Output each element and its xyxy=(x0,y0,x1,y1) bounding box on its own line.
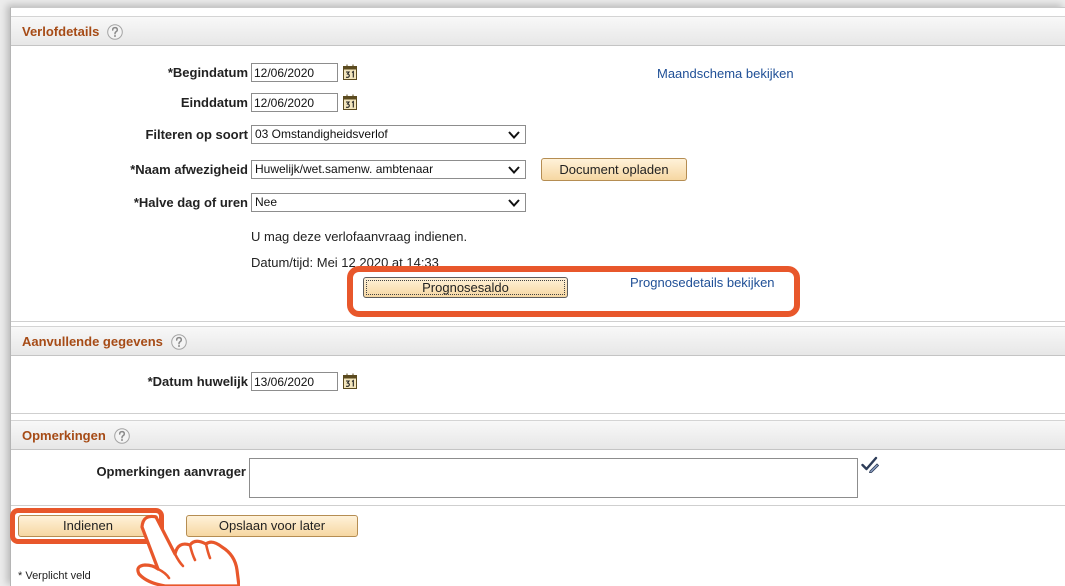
chevron-down-icon[interactable] xyxy=(508,166,520,174)
section-header-content: Verlofdetails xyxy=(22,23,124,40)
calendar-icon[interactable] xyxy=(343,373,357,389)
section-header-opmerkingen: Opmerkingen xyxy=(11,420,1065,450)
section-header-content: Aanvullende gegevens xyxy=(22,333,187,350)
section-header-aanvullende-gegevens: Aanvullende gegevens xyxy=(11,326,1065,356)
divider xyxy=(11,321,1065,322)
einddatum-input[interactable] xyxy=(251,93,338,112)
spellcheck-icon[interactable] xyxy=(861,456,880,474)
chevron-down-icon[interactable] xyxy=(508,131,520,139)
section-header-verlofdetails: Verlofdetails xyxy=(11,16,1065,46)
prognosedetails-link[interactable]: Prognosedetails bekijken xyxy=(630,273,775,292)
calendar-icon[interactable] xyxy=(343,64,357,80)
begindatum-input[interactable] xyxy=(251,63,338,82)
required-field-note: * Verplicht veld xyxy=(18,570,91,582)
help-icon[interactable] xyxy=(107,23,124,40)
calendar-icon[interactable] xyxy=(343,94,357,110)
indienen-button[interactable]: Indienen xyxy=(18,515,158,537)
halve-dag-of-uren-select[interactable]: Nee xyxy=(251,193,526,212)
chevron-down-icon[interactable] xyxy=(508,199,520,207)
select-value: Huwelijk/wet.samenw. ambtenaar xyxy=(255,162,434,176)
opslaan-voor-later-button[interactable]: Opslaan voor later xyxy=(186,515,358,537)
help-icon[interactable] xyxy=(171,333,187,350)
divider xyxy=(11,505,1065,506)
naam-afwezigheid-label: *Naam afwezigheid xyxy=(130,162,248,177)
opmerkingen-aanvrager-label: Opmerkingen aanvrager xyxy=(96,464,246,479)
opmerkingen-aanvrager-field[interactable] xyxy=(249,458,858,498)
halve-dag-of-uren-label: *Halve dag of uren xyxy=(133,195,248,210)
maandschema-link[interactable]: Maandschema bekijken xyxy=(657,64,794,83)
datum-huwelijk-label: *Datum huwelijk xyxy=(147,374,248,389)
section-header-content: Opmerkingen xyxy=(22,427,130,444)
section-title-verlofdetails: Verlofdetails xyxy=(22,23,100,39)
datetime-text: Datum/tijd: Mei 12 2020 at 14:33 xyxy=(251,255,439,270)
divider xyxy=(11,413,1065,414)
status-message: U mag deze verlofaanvraag indienen. xyxy=(251,229,468,244)
begindatum-label: *Begindatum xyxy=(167,65,248,80)
section-title-aanvullende-gegevens: Aanvullende gegevens xyxy=(22,333,163,349)
filteren-op-soort-select[interactable]: 03 Omstandigheidsverlof xyxy=(251,125,526,144)
select-value: Nee xyxy=(255,195,278,209)
prognosesaldo-button[interactable]: Prognosesaldo xyxy=(363,277,568,298)
datum-huwelijk-input[interactable] xyxy=(251,372,338,391)
document-opladen-button[interactable]: Document opladen xyxy=(541,158,687,181)
select-value: 03 Omstandigheidsverlof xyxy=(255,127,388,141)
naam-afwezigheid-select[interactable]: Huwelijk/wet.samenw. ambtenaar xyxy=(251,160,526,179)
help-icon[interactable] xyxy=(113,427,130,444)
section-title-opmerkingen: Opmerkingen xyxy=(22,427,106,443)
filteren-op-soort-label: Filteren op soort xyxy=(145,127,248,142)
einddatum-label: Einddatum xyxy=(180,95,248,110)
